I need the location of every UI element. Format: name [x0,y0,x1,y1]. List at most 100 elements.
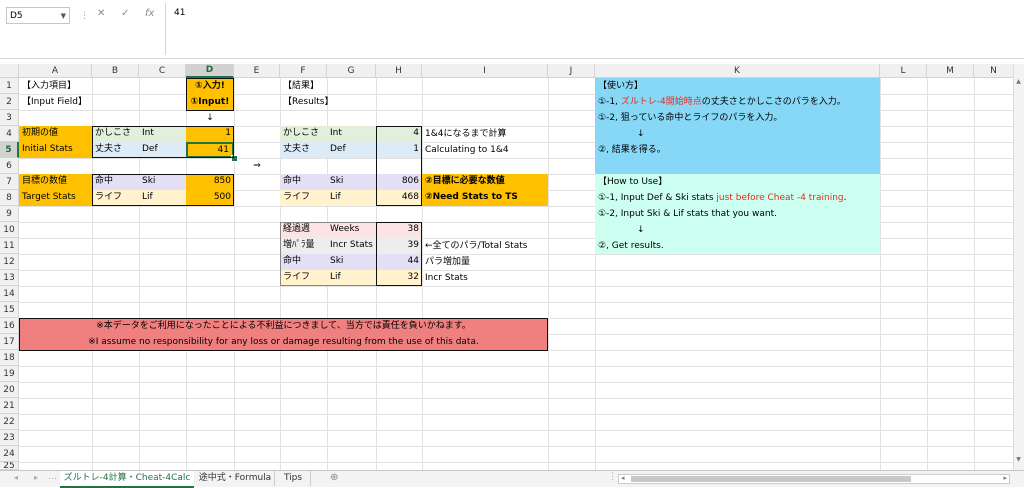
cell-a1[interactable]: 【入力項目】 [19,79,92,94]
column-header-a[interactable]: A [19,64,92,78]
row-header-15[interactable]: 15 [0,302,19,318]
row-header-24[interactable]: 24 [0,446,19,462]
scroll-up-icon[interactable]: ▲ [1015,78,1022,85]
add-sheet-icon[interactable]: ⊕ [330,472,338,483]
cell-a7[interactable]: 目標の数値 [19,174,92,190]
row-header-20[interactable]: 20 [0,382,19,398]
row-header-11[interactable]: 11 [0,238,19,254]
column-header-c[interactable]: C [139,64,186,78]
cell-g12[interactable]: Ski [327,254,376,270]
cell-b7[interactable]: 命中 [92,174,139,190]
tab-cheat-4-calc[interactable]: ズルトレ-4計算・Cheat-4Calc [60,471,194,488]
chevron-down-icon[interactable]: ▼ [61,8,66,25]
next-sheet-icon[interactable]: ▸ [34,473,38,482]
cell-a17[interactable]: ※I assume no responsibility for any loss… [19,335,548,350]
row-header-10[interactable]: 10 [0,222,19,238]
cell-h7[interactable]: 806 [376,174,422,190]
scroll-down-icon[interactable]: ▼ [1015,456,1022,463]
cell-a4[interactable]: 初期の値 [19,126,92,142]
row-header-17[interactable]: 17 [0,334,19,350]
column-header-d[interactable]: D [186,64,234,78]
cell-h11[interactable]: 39 [376,238,422,254]
row-header-4[interactable]: 4 [0,126,19,142]
cell-b4[interactable]: かしこさ [92,126,139,142]
cell-f1[interactable]: 【結果】 [280,79,327,94]
row-header-5[interactable]: 5 [0,142,19,158]
cell-h10[interactable]: 38 [376,222,422,238]
cell-f7[interactable]: 命中 [280,174,327,190]
cell-d5-selected[interactable]: 41 [186,142,234,158]
prev-sheet-icon[interactable]: ◂ [14,473,18,482]
cell-g4[interactable]: Int [327,126,376,142]
cell-i12[interactable]: パラ増加量 [422,255,548,270]
cell-f11[interactable]: 増ﾊﾟﾗ量 [280,238,327,254]
cell-k2[interactable]: ①-1, ズルトレ-4開始時点の丈夫さとかしこさのパラを入力。 [595,95,880,110]
column-header-f[interactable]: F [280,64,327,78]
cell-h12[interactable]: 44 [376,254,422,270]
column-header-m[interactable]: M [927,64,974,78]
column-header-i[interactable]: I [422,64,548,78]
cell-d8[interactable]: 500 [186,190,234,206]
cell-b8[interactable]: ライフ [92,190,139,206]
cancel-icon[interactable]: ✕ [97,8,105,19]
row-header-9[interactable]: 9 [0,206,19,222]
cell-k11[interactable]: ②, Get results. [595,239,880,254]
column-header-l[interactable]: L [880,64,927,78]
cell-h13[interactable]: 32 [376,270,422,286]
cell-g8[interactable]: Lif [327,190,376,206]
cell-c7[interactable]: Ski [139,174,186,190]
cell-i7[interactable]: ②目標に必要な数値 [422,174,548,190]
cell-k1[interactable]: 【使い方】 [595,79,880,94]
scroll-left-icon[interactable]: ◂ [621,474,625,482]
tab-tips[interactable]: Tips [276,471,311,486]
cell-k4[interactable]: ↓ [595,127,880,142]
cell-f12[interactable]: 命中 [280,254,327,270]
cell-k3[interactable]: ①-2, 狙っている命中とライフのパラを入力。 [595,111,880,126]
cell-c5[interactable]: Def [139,142,186,158]
more-sheets-icon[interactable]: … [48,472,57,482]
cell-i8[interactable]: ②Need Stats to TS [422,190,548,206]
column-header-n[interactable]: N [974,64,1014,78]
row-header-23[interactable]: 23 [0,430,19,446]
cell-f2[interactable]: 【Results】 [280,95,334,110]
row-header-18[interactable]: 18 [0,350,19,366]
column-header-j[interactable]: J [548,64,595,78]
cell-d7[interactable]: 850 [186,174,234,190]
cell-k8[interactable]: ①-1, Input Def & Ski stats just before C… [595,191,880,206]
cell-i4[interactable]: 1&4になるまで計算 [422,127,548,142]
cell-g5[interactable]: Def [327,142,376,158]
row-header-25[interactable]: 25 [0,462,19,470]
row-header-6[interactable]: 6 [0,158,19,174]
cell-k9[interactable]: ①-2, Input Ski & Lif stats that you want… [595,207,880,222]
row-header-14[interactable]: 14 [0,286,19,302]
cell-g13[interactable]: Lif [327,270,376,286]
formula-input[interactable]: 41 [165,3,1020,55]
cell-f13[interactable]: ライフ [280,270,327,286]
enter-icon[interactable]: ✓ [121,8,129,19]
cell-i11[interactable]: ←全てのパラ/Total Stats [422,239,548,254]
cell-d3[interactable]: ↓ [186,111,234,126]
scroll-right-icon[interactable]: ▸ [1003,474,1007,482]
cell-g11[interactable]: Incr Stats [327,238,376,254]
cell-h4[interactable]: 4 [376,126,422,142]
column-header-b[interactable]: B [92,64,139,78]
cell-f8[interactable]: ライフ [280,190,327,206]
column-header-g[interactable]: G [327,64,376,78]
cell-k10[interactable]: ↓ [595,223,880,238]
name-box[interactable]: D5 ▼ [6,7,70,24]
cell-a5[interactable]: Initial Stats [19,142,92,158]
row-header-1[interactable]: 1 [0,78,19,94]
row-header-21[interactable]: 21 [0,398,19,414]
select-all-corner[interactable] [0,64,19,78]
cell-f5[interactable]: 丈夫さ [280,142,327,158]
row-header-7[interactable]: 7 [0,174,19,190]
cell-i13[interactable]: Incr Stats [422,271,548,286]
row-header-12[interactable]: 12 [0,254,19,270]
row-header-3[interactable]: 3 [0,110,19,126]
cell-b5[interactable]: 丈夫さ [92,142,139,158]
row-header-19[interactable]: 19 [0,366,19,382]
cell-e6[interactable]: ⇒ [234,159,280,174]
column-header-h[interactable]: H [376,64,422,78]
row-header-16[interactable]: 16 [0,318,19,334]
cell-a2[interactable]: 【Input Field】 [19,95,92,110]
